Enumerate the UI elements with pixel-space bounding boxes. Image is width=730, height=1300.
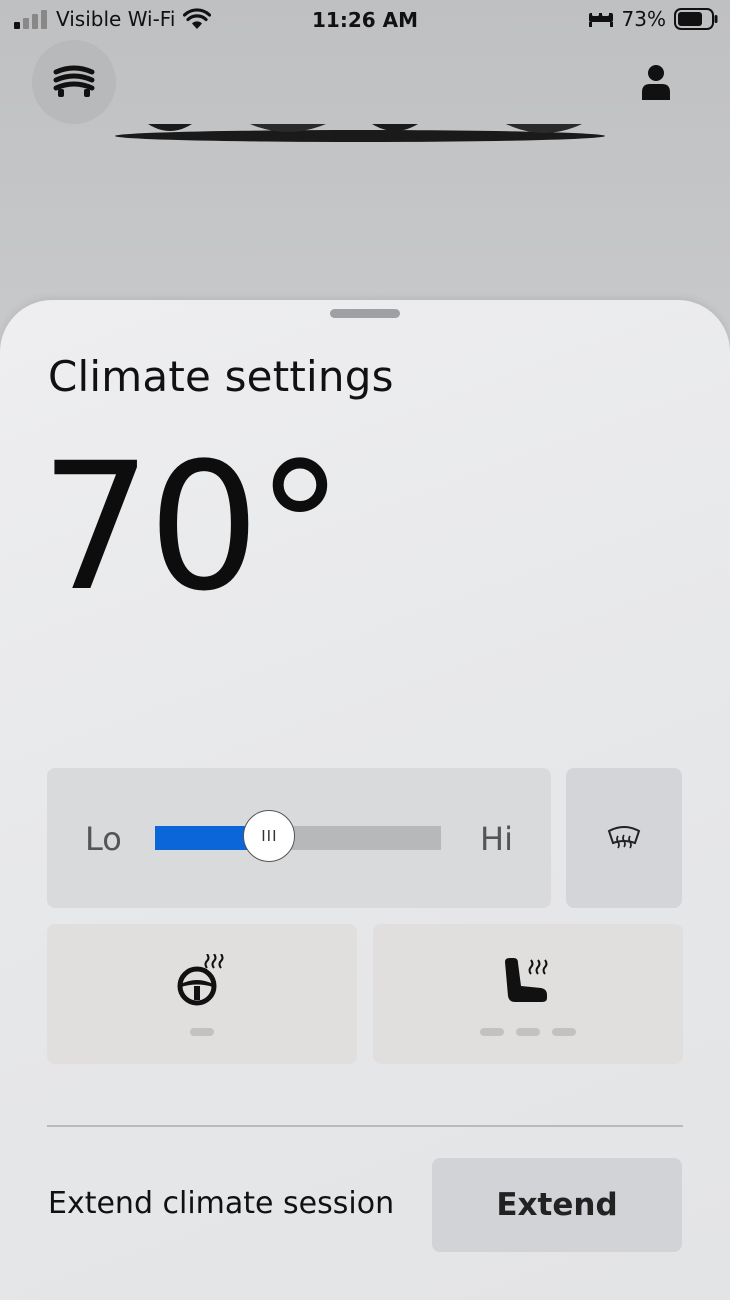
fan-lo-label: Lo: [85, 820, 122, 858]
garage-menu-button[interactable]: [32, 40, 116, 124]
profile-button[interactable]: [632, 58, 680, 106]
fan-speed-slider-thumb[interactable]: III: [243, 810, 296, 862]
garage-menu-icon: [53, 65, 95, 97]
heated-seat-button[interactable]: [373, 924, 683, 1064]
fan-hi-label: Hi: [480, 820, 513, 858]
steering-heat-level-indicator: [190, 1028, 214, 1036]
battery-percent: 73%: [621, 7, 666, 31]
heated-steering-wheel-icon: [177, 954, 224, 1006]
section-divider: [47, 1125, 683, 1127]
vehicle-image: [115, 124, 605, 142]
heat-level-segment: [190, 1028, 214, 1036]
heat-level-segment: [516, 1028, 540, 1036]
temperature-readout[interactable]: 70°: [40, 428, 344, 628]
status-right: 73%: [588, 7, 718, 31]
fan-speed-slider-track[interactable]: [155, 826, 441, 850]
fan-speed-control: Lo III Hi: [47, 768, 551, 908]
heat-level-segment: [552, 1028, 576, 1036]
heated-seat-icon: [505, 958, 548, 1002]
sheet-drag-handle[interactable]: [330, 309, 400, 318]
extend-session-label: Extend climate session: [48, 1186, 395, 1221]
person-icon: [642, 65, 670, 100]
rear-defrost-button[interactable]: [566, 768, 682, 908]
sleep-bed-icon: [588, 11, 613, 27]
extend-button[interactable]: Extend: [432, 1158, 682, 1252]
heat-level-segment: [480, 1028, 504, 1036]
seat-heat-level-indicator: [480, 1028, 576, 1036]
status-bar: Visible Wi-Fi 11:26 AM 73%: [0, 0, 730, 40]
rear-defrost-icon: [607, 826, 641, 849]
sheet-title: Climate settings: [48, 352, 394, 401]
climate-settings-sheet: Climate settings 70° Lo III Hi Extend cl…: [0, 300, 730, 1300]
battery-icon: [674, 8, 718, 30]
heated-steering-wheel-button[interactable]: [47, 924, 357, 1064]
